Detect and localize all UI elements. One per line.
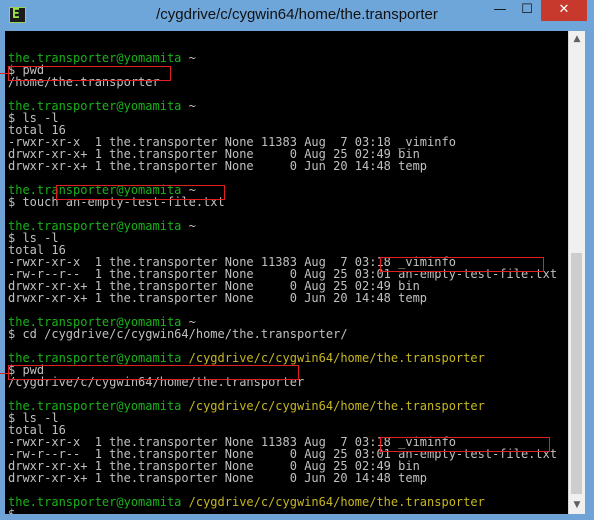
terminal-line: $ ls -l [8,112,557,124]
line-text: ~ [181,219,196,233]
vertical-scrollbar[interactable]: ▲ ▼ [568,31,585,514]
line-text: drwxr-xr-x+ 1 the.transporter None 0 Jun… [8,471,428,485]
highlight-new-file-listing-2 [380,437,550,452]
prompt-user-host: the.transporter@yomamita [8,495,182,509]
scroll-up-arrow-icon[interactable]: ▲ [569,31,585,48]
line-text: ~ [181,51,196,65]
maximize-button[interactable]: ☐ [514,0,540,21]
terminal-output[interactable]: the.transporter@yomamita ~ $ pwd/home/the… [5,31,568,514]
highlight-pwd-cygdrive [8,365,299,380]
line-text: drwxr-xr-x+ 1 the.transporter None 0 Jun… [8,291,428,305]
prompt-path: /cygdrive/c/cygwin64/home/the.transporte… [181,399,485,413]
terminal-line: the.transporter@yomamita ~ [8,220,557,232]
terminal-line: the.transporter@yomamita /cygdrive/c/cyg… [8,352,557,364]
terminal-line: the.transporter@yomamita ~ [8,100,557,112]
terminal-line: the.transporter@yomamita /cygdrive/c/cyg… [8,400,557,412]
line-text: $ cd /cygdrive/c/cygwin64/home/the.trans… [8,327,348,341]
terminal-line: $ ls -l [8,232,557,244]
highlight-new-file-listing-1 [380,257,544,272]
title-bar[interactable]: E /cygdrive/c/cygwin64/home/the.transpor… [0,0,594,30]
scroll-down-arrow-icon[interactable]: ▼ [569,497,585,514]
cygwin-terminal-window: E /cygdrive/c/cygwin64/home/the.transpor… [0,0,594,520]
highlight-pwd-home [8,66,171,81]
margin-marker-2 [0,373,8,374]
close-button[interactable]: ✕ [541,0,587,21]
line-text: $ [8,507,16,514]
prompt-path: /cygdrive/c/cygwin64/home/the.transporte… [181,495,485,509]
prompt-path: /cygdrive/c/cygwin64/home/the.transporte… [181,351,485,365]
scrollbar-thumb[interactable] [571,253,582,494]
terminal-line: drwxr-xr-x+ 1 the.transporter None 0 Jun… [8,472,557,484]
terminal-line: $ cd /cygdrive/c/cygwin64/home/the.trans… [8,328,557,340]
terminal-line: $ ls -l [8,412,557,424]
terminal-line: the.transporter@yomamita ~ [8,52,557,64]
terminal-line: drwxr-xr-x+ 1 the.transporter None 0 Jun… [8,292,557,304]
margin-marker-1 [0,73,8,74]
terminal-line: the.transporter@yomamita /cygdrive/c/cyg… [8,496,557,508]
highlight-touch-filename [56,185,225,200]
line-text: drwxr-xr-x+ 1 the.transporter None 0 Jun… [8,159,428,173]
minimize-button[interactable]: — [487,0,513,21]
line-text: ~ [181,99,196,113]
terminal-line: drwxr-xr-x+ 1 the.transporter None 0 Jun… [8,160,557,172]
